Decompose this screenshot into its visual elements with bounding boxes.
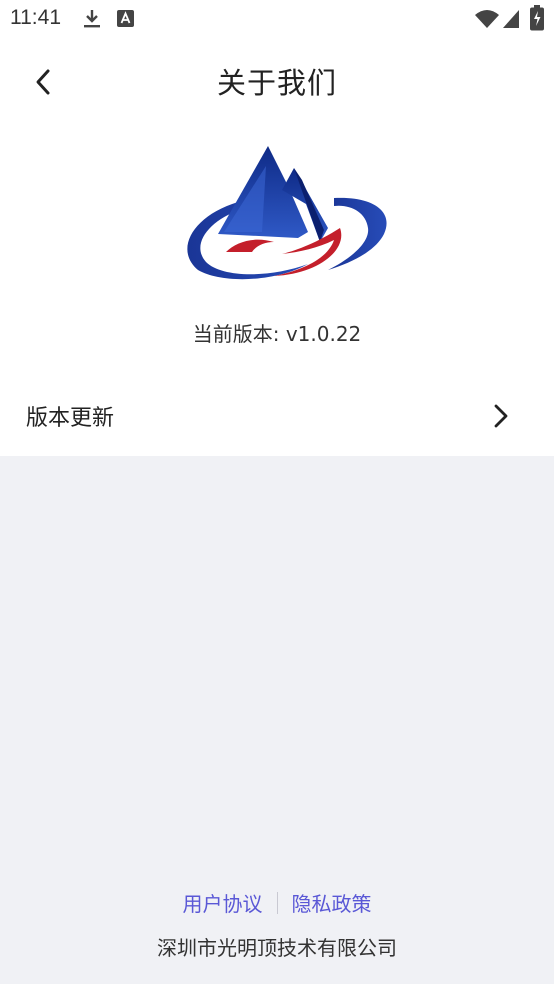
a-badge-icon bbox=[117, 10, 134, 27]
version-update-row[interactable]: 版本更新 bbox=[0, 374, 554, 456]
status-bar: 11:41 bbox=[0, 0, 554, 38]
privacy-policy-link[interactable]: 隐私政策 bbox=[292, 888, 372, 917]
nav-bar: 关于我们 bbox=[0, 38, 554, 126]
company-name: 深圳市光明顶技术有限公司 bbox=[157, 936, 397, 960]
wifi-icon bbox=[475, 10, 499, 28]
footer-links: 用户协议 隐私政策 bbox=[0, 888, 554, 917]
version-update-label: 版本更新 bbox=[26, 406, 115, 431]
signal-icon bbox=[503, 10, 519, 28]
download-icon bbox=[84, 10, 100, 28]
battery-icon bbox=[530, 5, 544, 31]
page-title: 关于我们 bbox=[216, 66, 337, 100]
version-text: 当前版本: v1.0.22 bbox=[192, 322, 362, 346]
company-logo bbox=[187, 146, 387, 280]
user-agreement-link[interactable]: 用户协议 bbox=[183, 888, 263, 917]
footer-divider bbox=[276, 891, 278, 914]
chevron-right-icon bbox=[494, 404, 508, 428]
status-time: 11:41 bbox=[10, 6, 61, 29]
about-panel: 关于我们 当前版本: v1.0.22 版本更新 bbox=[0, 38, 554, 456]
